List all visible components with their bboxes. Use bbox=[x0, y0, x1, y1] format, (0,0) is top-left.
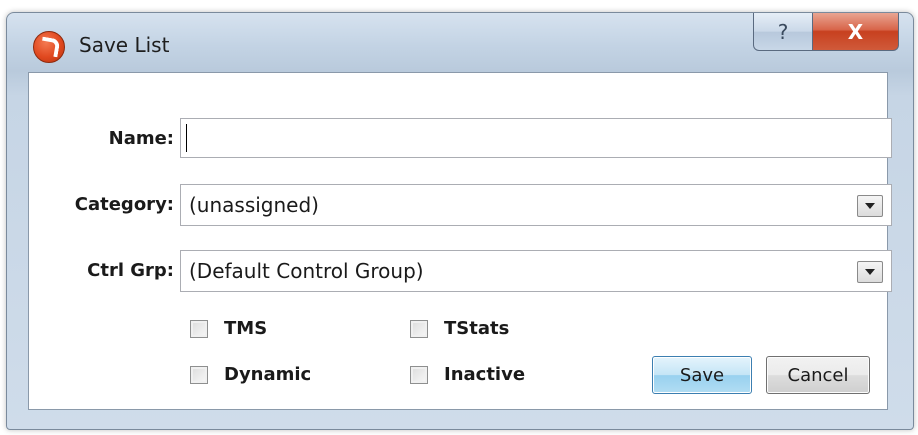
name-input[interactable] bbox=[180, 118, 892, 158]
ctrl-grp-select[interactable]: (Default Control Group) bbox=[180, 250, 892, 292]
inactive-checkbox[interactable]: Inactive bbox=[410, 364, 525, 385]
chevron-down-icon[interactable] bbox=[857, 195, 883, 217]
category-select[interactable]: (unassigned) bbox=[180, 184, 892, 226]
tms-checkbox[interactable]: TMS bbox=[190, 318, 267, 339]
name-label: Name: bbox=[108, 128, 174, 149]
dynamic-checkbox[interactable]: Dynamic bbox=[190, 364, 311, 385]
close-button[interactable]: X bbox=[813, 13, 899, 51]
ctrl-grp-label: Ctrl Grp: bbox=[87, 260, 174, 281]
checkbox-box[interactable] bbox=[190, 365, 208, 384]
title-bar[interactable]: Save List ? X bbox=[7, 13, 913, 75]
close-icon: X bbox=[847, 19, 864, 44]
text-caret bbox=[186, 124, 187, 152]
app-logo-icon bbox=[33, 31, 65, 63]
dynamic-label: Dynamic bbox=[224, 364, 312, 385]
save-button[interactable]: Save bbox=[652, 356, 752, 394]
window-title: Save List bbox=[79, 33, 170, 57]
checkbox-box[interactable] bbox=[410, 365, 428, 384]
help-icon: ? bbox=[777, 19, 789, 44]
tms-label: TMS bbox=[224, 318, 268, 339]
category-label: Category: bbox=[74, 194, 174, 215]
help-button[interactable]: ? bbox=[753, 13, 813, 51]
tstats-checkbox[interactable]: TStats bbox=[410, 318, 509, 339]
checkbox-box[interactable] bbox=[190, 319, 208, 338]
category-selected-value: (unassigned) bbox=[189, 193, 319, 217]
chevron-down-icon[interactable] bbox=[857, 261, 883, 283]
inactive-label: Inactive bbox=[444, 364, 526, 385]
tstats-label: TStats bbox=[444, 318, 510, 339]
cancel-button[interactable]: Cancel bbox=[766, 356, 870, 394]
checkbox-box[interactable] bbox=[410, 319, 428, 338]
caption-buttons: ? X bbox=[753, 13, 899, 53]
ctrl-grp-selected-value: (Default Control Group) bbox=[189, 259, 424, 283]
